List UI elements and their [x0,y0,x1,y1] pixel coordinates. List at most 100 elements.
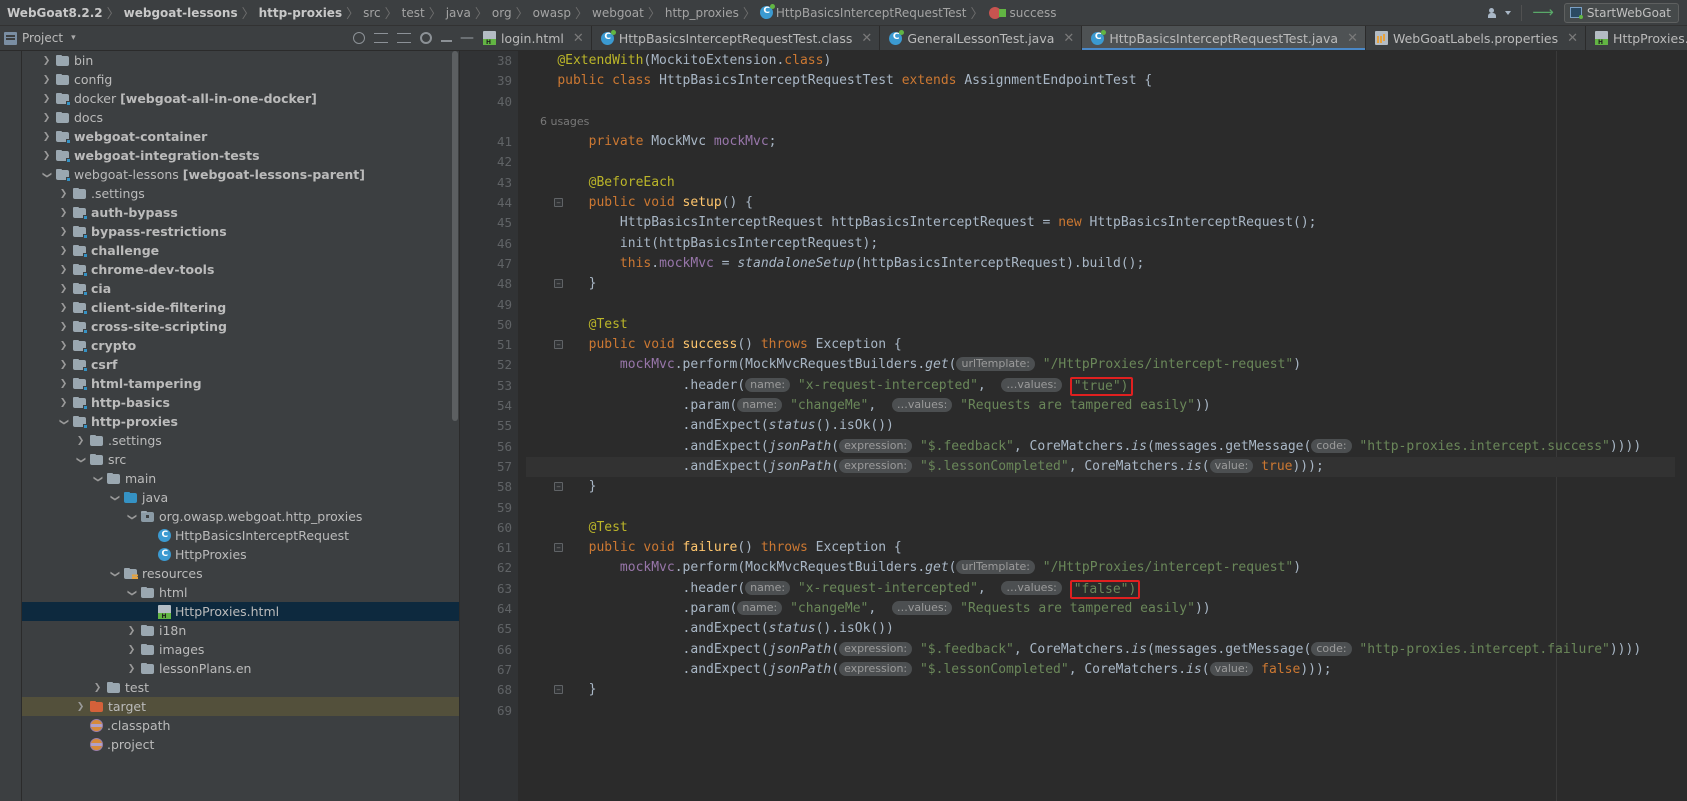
project-tree[interactable]: ❯ bin ❯ config ❯ docker [webgoat-all-in-one-d… [22,51,460,801]
breadcrumb-item[interactable]: java 〉 [443,3,489,23]
chevron-right-icon[interactable]: ❯ [126,626,137,636]
editor-tab[interactable]: HttpProxies.html✕ [1586,26,1687,50]
code-fold-icon[interactable]: − [554,482,563,492]
code-fold-icon[interactable]: − [554,340,563,350]
tree-node[interactable]: ❯ images [22,640,459,659]
chevron-right-icon[interactable]: ❯ [75,702,86,712]
tree-node[interactable]: ❯ bypass-restrictions [22,222,459,241]
tree-node[interactable]: ❯ cross-site-scripting [22,317,459,336]
close-icon[interactable]: ✕ [861,31,872,46]
tree-node[interactable]: ❯ src [22,450,459,469]
chevron-down-icon[interactable]: ▾ [71,33,76,43]
code-editor[interactable]: 38 39» 40 41 42 43 44 45 46 47 48 49 50 51▶ 52 53 54 55 56… [460,51,1687,801]
settings-gear-icon[interactable] [420,32,432,44]
tree-node[interactable]: ❯ bin [22,51,459,70]
tabs-collapse-icon[interactable]: — [460,26,474,50]
breadcrumb-item[interactable]: http_proxies 〉 [662,3,757,23]
breadcrumb-item[interactable]: owasp 〉 [530,3,589,23]
close-icon[interactable]: ✕ [1347,31,1358,46]
tree-node[interactable]: ❯ chrome-dev-tools [22,260,459,279]
chevron-right-icon[interactable]: ❯ [41,132,52,142]
target-icon[interactable] [353,32,365,44]
chevron-right-icon[interactable]: ❯ [75,436,86,446]
editor-tab[interactable]: HttpBasicsInterceptRequestTest.java ✕ [1082,26,1366,50]
editor-code-area[interactable]: @ExtendWith(MockitoExtension.class) publ… [518,51,1687,801]
chevron-right-icon[interactable]: ❯ [58,379,69,389]
tree-node[interactable]: ❯ main [22,469,459,488]
tree-node[interactable]: ❯ target [22,697,459,716]
editor-tab[interactable]: HttpBasicsInterceptRequestTest.class ✕ [591,26,881,50]
chevron-right-icon[interactable]: ❯ [41,56,52,66]
chevron-right-icon[interactable]: ❯ [58,227,69,237]
hide-panel-icon[interactable] [441,40,452,42]
code-fold-icon[interactable]: − [554,543,563,553]
chevron-right-icon[interactable]: ❯ [58,360,69,370]
chevron-down-icon[interactable]: ❯ [42,169,52,180]
chevron-right-icon[interactable]: ❯ [41,75,52,85]
chevron-right-icon[interactable]: ❯ [126,645,137,655]
close-icon[interactable]: ✕ [1567,31,1578,46]
tree-node[interactable]: ❯ i18n [22,621,459,640]
tree-node[interactable]: ❯ resources [22,564,459,583]
chevron-right-icon[interactable]: ❯ [58,265,69,275]
chevron-right-icon[interactable]: ❯ [58,398,69,408]
tree-node[interactable]: ❯ crypto [22,336,459,355]
tree-node[interactable]: ❯ test [22,678,459,697]
tree-node[interactable]: ❯ org.owasp.webgoat.http_proxies [22,507,459,526]
chevron-right-icon[interactable]: ❯ [58,189,69,199]
tree-node[interactable]: ❯ java [22,488,459,507]
editor-marker-bar[interactable] [1675,51,1687,801]
code-fold-icon[interactable]: − [554,198,563,208]
chevron-right-icon[interactable]: ❯ [126,664,137,674]
chevron-right-icon[interactable]: ❯ [58,208,69,218]
breadcrumb-item[interactable]: webgoat-lessons 〉 [121,3,256,23]
tree-node[interactable]: ❯HttpProxies.html [22,602,459,621]
chevron-down-icon[interactable]: ❯ [76,454,86,465]
tree-node[interactable]: ❯ client-side-filtering [22,298,459,317]
breadcrumb-item[interactable]: test 〉 [399,3,443,23]
user-account-button[interactable] [1488,6,1512,20]
tree-node[interactable]: ❯ webgoat-integration-tests [22,146,459,165]
tree-node[interactable]: ❯ webgoat-container [22,127,459,146]
editor-tab[interactable]: GeneralLessonTest.java ✕ [880,26,1083,50]
editor-tab[interactable]: WebGoatLabels.properties ✕ [1365,26,1587,50]
breadcrumb-item[interactable]: success [985,6,1060,20]
chevron-right-icon[interactable]: ❯ [58,341,69,351]
chevron-down-icon[interactable]: ❯ [110,492,120,503]
tree-node[interactable]: ❯ html-tampering [22,374,459,393]
tree-node[interactable]: ❯HttpProxies [22,545,459,564]
run-configuration-selector[interactable]: StartWebGoat [1563,2,1679,23]
tree-node[interactable]: ❯.classpath [22,716,459,735]
tree-node[interactable]: ❯.project [22,735,459,754]
chevron-right-icon[interactable]: ❯ [58,303,69,313]
code-fold-icon[interactable]: − [554,685,563,695]
chevron-down-icon[interactable]: ❯ [110,568,120,579]
breadcrumb-item[interactable]: HttpBasicsInterceptRequestTest〉 [757,3,985,22]
chevron-right-icon[interactable]: ❯ [58,322,69,332]
usage-hint[interactable]: 6 usages [526,115,589,128]
code-fold-icon[interactable]: − [554,279,563,289]
close-icon[interactable]: ✕ [573,31,584,46]
breadcrumb-item[interactable]: org 〉 [489,3,530,23]
chevron-right-icon[interactable]: ❯ [58,246,69,256]
breadcrumb-item[interactable]: src 〉 [360,3,399,23]
chevron-down-icon[interactable]: ❯ [127,511,137,522]
expand-all-icon[interactable] [397,33,411,43]
chevron-right-icon[interactable]: ❯ [92,683,103,693]
tree-node[interactable]: ❯ auth-bypass [22,203,459,222]
tree-node[interactable]: ❯ challenge [22,241,459,260]
chevron-right-icon[interactable]: ❯ [41,113,52,123]
chevron-right-icon[interactable]: ❯ [58,284,69,294]
breadcrumb-item[interactable]: WebGoat8.2.2 〉 [4,3,121,23]
tree-node[interactable]: ❯ config [22,70,459,89]
chevron-down-icon[interactable]: ❯ [59,416,69,427]
tree-node[interactable]: ❯ html [22,583,459,602]
tree-scrollbar[interactable] [452,51,458,421]
editor-tab[interactable]: login.html ✕ [474,26,592,50]
tree-node[interactable]: ❯ http-basics [22,393,459,412]
chevron-right-icon[interactable]: ❯ [41,151,52,161]
editor-gutter[interactable]: 38 39» 40 41 42 43 44 45 46 47 48 49 50 51▶ 52 53 54 55 56… [460,51,532,801]
tree-node[interactable]: ❯ csrf [22,355,459,374]
tree-node[interactable]: ❯ docs [22,108,459,127]
tree-node[interactable]: ❯ lessonPlans.en [22,659,459,678]
